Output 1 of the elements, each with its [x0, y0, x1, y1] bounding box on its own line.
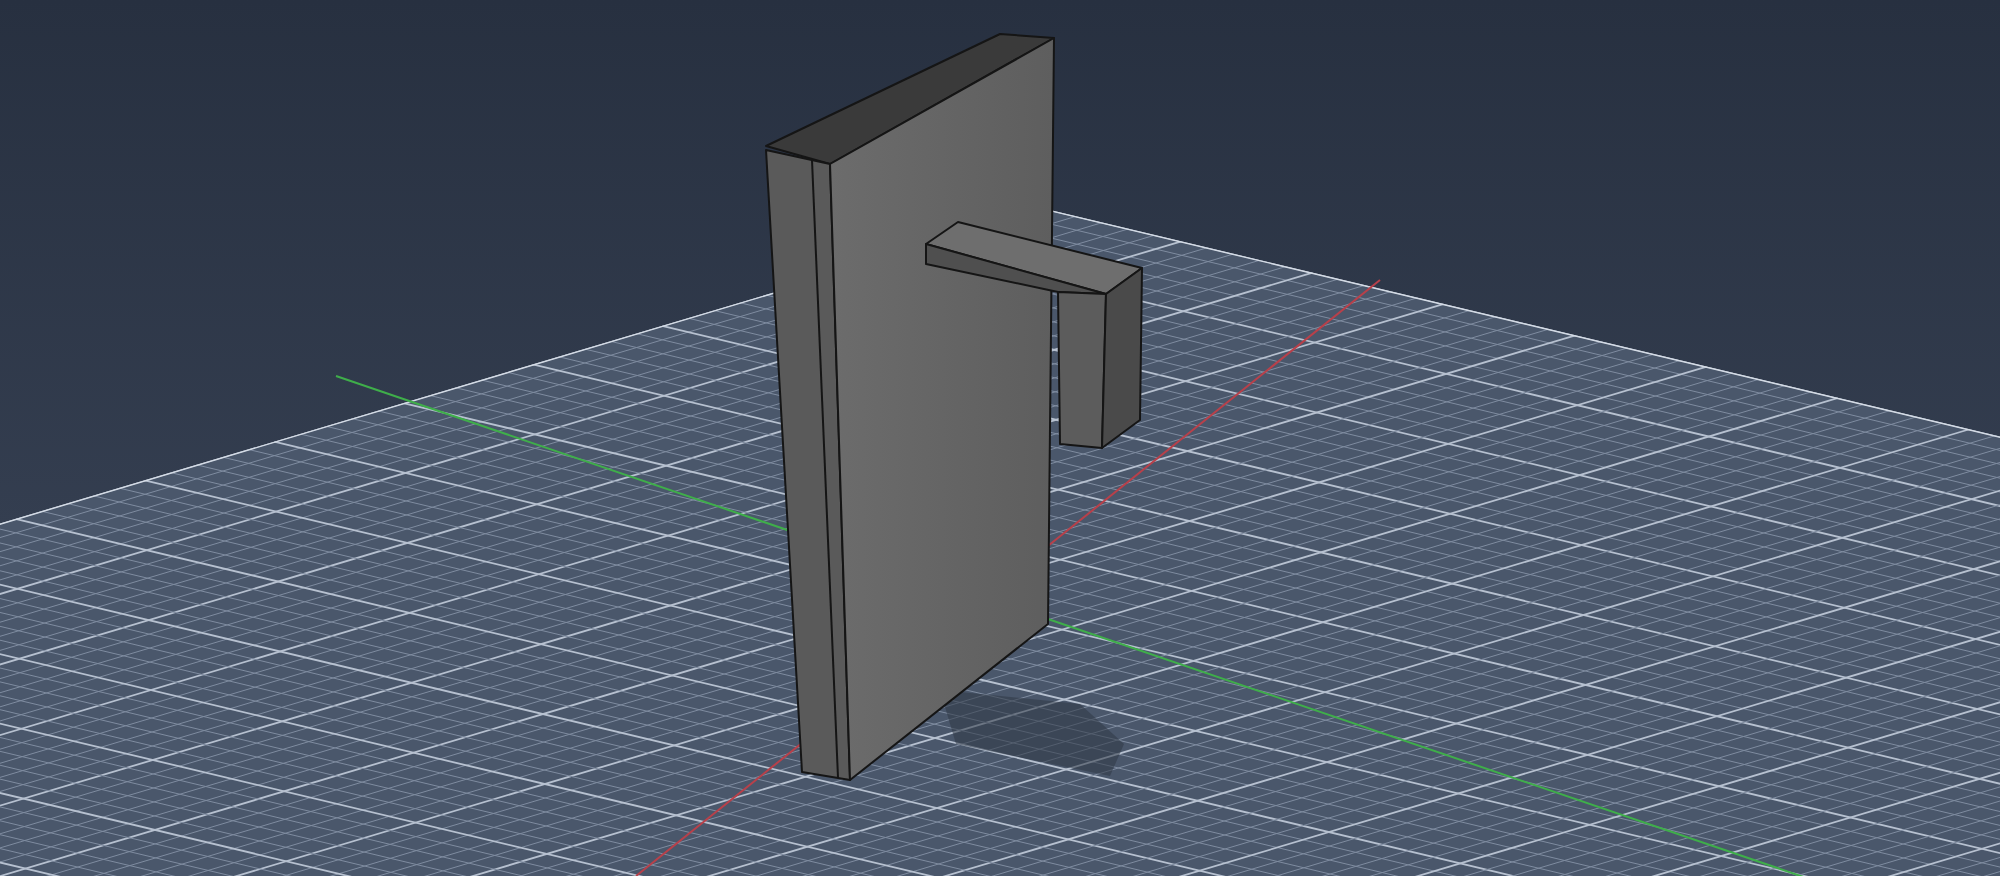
- 3d-viewport[interactable]: [0, 0, 2000, 876]
